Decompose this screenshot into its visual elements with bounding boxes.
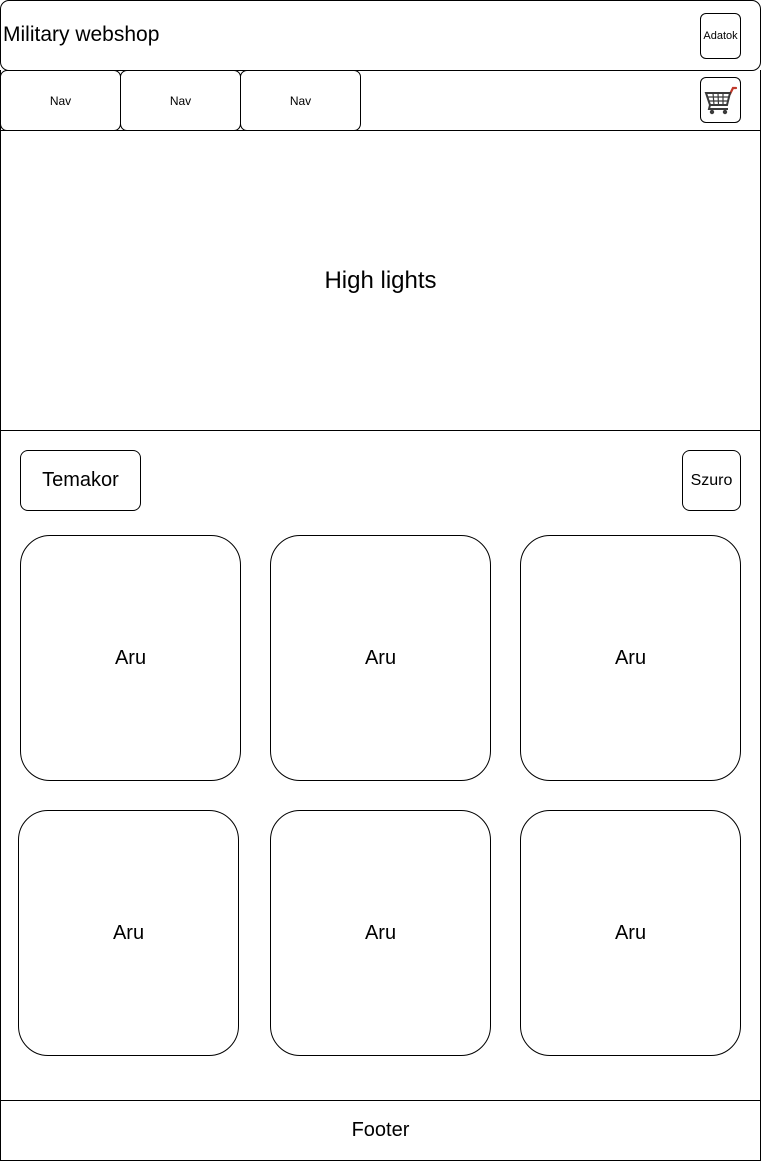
product-label: Aru — [614, 646, 647, 669]
topic-button[interactable]: Temakor — [20, 450, 141, 511]
highlights-label: High lights — [324, 266, 437, 294]
highlights-banner[interactable]: High lights — [0, 130, 761, 431]
cart-button[interactable] — [700, 77, 741, 123]
product-card[interactable]: Aru — [270, 535, 491, 781]
product-label: Aru — [614, 921, 647, 944]
nav-item-1[interactable]: Nav — [0, 70, 121, 131]
product-label: Aru — [112, 921, 145, 944]
nav-item-2[interactable]: Nav — [120, 70, 241, 131]
header: Military webshop — [0, 0, 761, 71]
footer: Footer — [0, 1100, 761, 1161]
product-card[interactable]: Aru — [270, 810, 491, 1056]
shopping-cart-icon — [704, 86, 737, 115]
product-card[interactable]: Aru — [18, 810, 239, 1056]
product-label: Aru — [114, 646, 147, 669]
product-card[interactable]: Aru — [20, 535, 241, 781]
product-card[interactable]: Aru — [520, 810, 741, 1056]
product-card[interactable]: Aru — [520, 535, 741, 781]
account-data-button[interactable]: Adatok — [700, 13, 741, 59]
product-label: Aru — [364, 646, 397, 669]
site-title: Military webshop — [3, 23, 160, 46]
product-label: Aru — [364, 921, 397, 944]
filter-button[interactable]: Szuro — [682, 450, 741, 511]
nav-item-3[interactable]: Nav — [240, 70, 361, 131]
footer-label: Footer — [351, 1119, 410, 1141]
